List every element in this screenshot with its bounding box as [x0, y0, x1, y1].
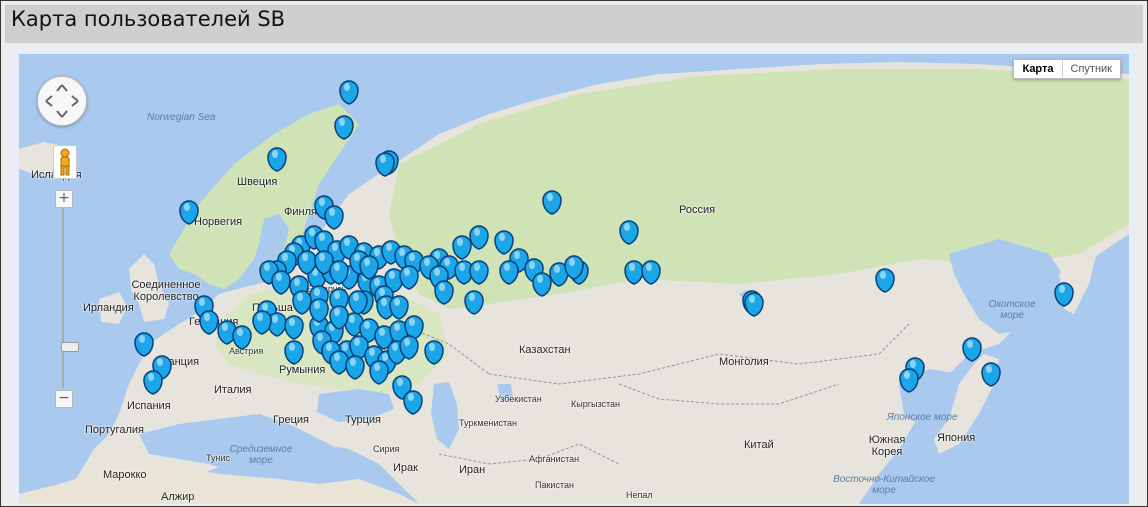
- user-marker[interactable]: [1054, 282, 1074, 307]
- user-marker[interactable]: [494, 230, 514, 255]
- street-view-pegman-button[interactable]: [53, 145, 77, 179]
- user-marker[interactable]: [329, 350, 349, 375]
- zoom-in-button[interactable]: +: [55, 190, 73, 208]
- user-marker[interactable]: [424, 340, 444, 365]
- user-marker[interactable]: [434, 280, 454, 305]
- user-marker[interactable]: [345, 355, 365, 380]
- user-marker[interactable]: [499, 260, 519, 285]
- user-marker[interactable]: [542, 190, 562, 215]
- zoom-out-button[interactable]: −: [55, 390, 73, 408]
- user-marker[interactable]: [619, 220, 639, 245]
- page-title: Карта пользователей SB: [11, 7, 286, 31]
- user-marker[interactable]: [292, 290, 312, 315]
- page-frame: Карта пользователей SB Norwegian Sea Шве…: [0, 0, 1148, 507]
- user-marker[interactable]: [641, 260, 661, 285]
- zoom-slider-track[interactable]: [61, 208, 79, 388]
- user-marker[interactable]: [744, 292, 764, 317]
- user-marker[interactable]: [232, 325, 252, 350]
- user-marker[interactable]: [469, 260, 489, 285]
- user-marker[interactable]: [469, 225, 489, 250]
- user-marker[interactable]: [267, 147, 287, 172]
- map-type-control: Карта Спутник: [1013, 59, 1121, 79]
- user-marker[interactable]: [334, 115, 354, 140]
- user-marker[interactable]: [981, 362, 1001, 387]
- map-canvas[interactable]: Norwegian Sea Исландия Швеция Финляндия …: [19, 54, 1129, 504]
- user-marker[interactable]: [252, 310, 272, 335]
- user-marker[interactable]: [389, 295, 409, 320]
- user-marker[interactable]: [369, 360, 389, 385]
- user-marker[interactable]: [339, 80, 359, 105]
- zoom-control: + −: [55, 190, 79, 408]
- user-marker[interactable]: [134, 332, 154, 357]
- user-marker[interactable]: [271, 270, 291, 295]
- pan-arrows-icon: [45, 84, 79, 118]
- user-marker[interactable]: [403, 390, 423, 415]
- pan-control[interactable]: [37, 76, 87, 126]
- user-marker[interactable]: [284, 315, 304, 340]
- map-type-satellite-button[interactable]: Спутник: [1063, 60, 1120, 78]
- zoom-slider-thumb[interactable]: [61, 342, 79, 353]
- user-marker[interactable]: [899, 368, 919, 393]
- title-bar: Карта пользователей SB: [5, 5, 1143, 43]
- user-marker[interactable]: [532, 272, 552, 297]
- user-marker[interactable]: [143, 370, 163, 395]
- user-marker[interactable]: [962, 337, 982, 362]
- user-marker[interactable]: [624, 260, 644, 285]
- user-marker[interactable]: [324, 205, 344, 230]
- user-marker[interactable]: [179, 200, 199, 225]
- user-marker[interactable]: [464, 290, 484, 315]
- user-marker[interactable]: [284, 340, 304, 365]
- marker-layer: [134, 80, 1074, 415]
- map-type-map-button[interactable]: Карта: [1014, 60, 1063, 78]
- user-marker[interactable]: [199, 310, 219, 335]
- map-container: Norwegian Sea Исландия Швеция Финляндия …: [11, 45, 1137, 504]
- user-marker[interactable]: [399, 265, 419, 290]
- user-marker[interactable]: [875, 268, 895, 293]
- pegman-icon: [60, 148, 70, 176]
- user-marker[interactable]: [452, 235, 472, 260]
